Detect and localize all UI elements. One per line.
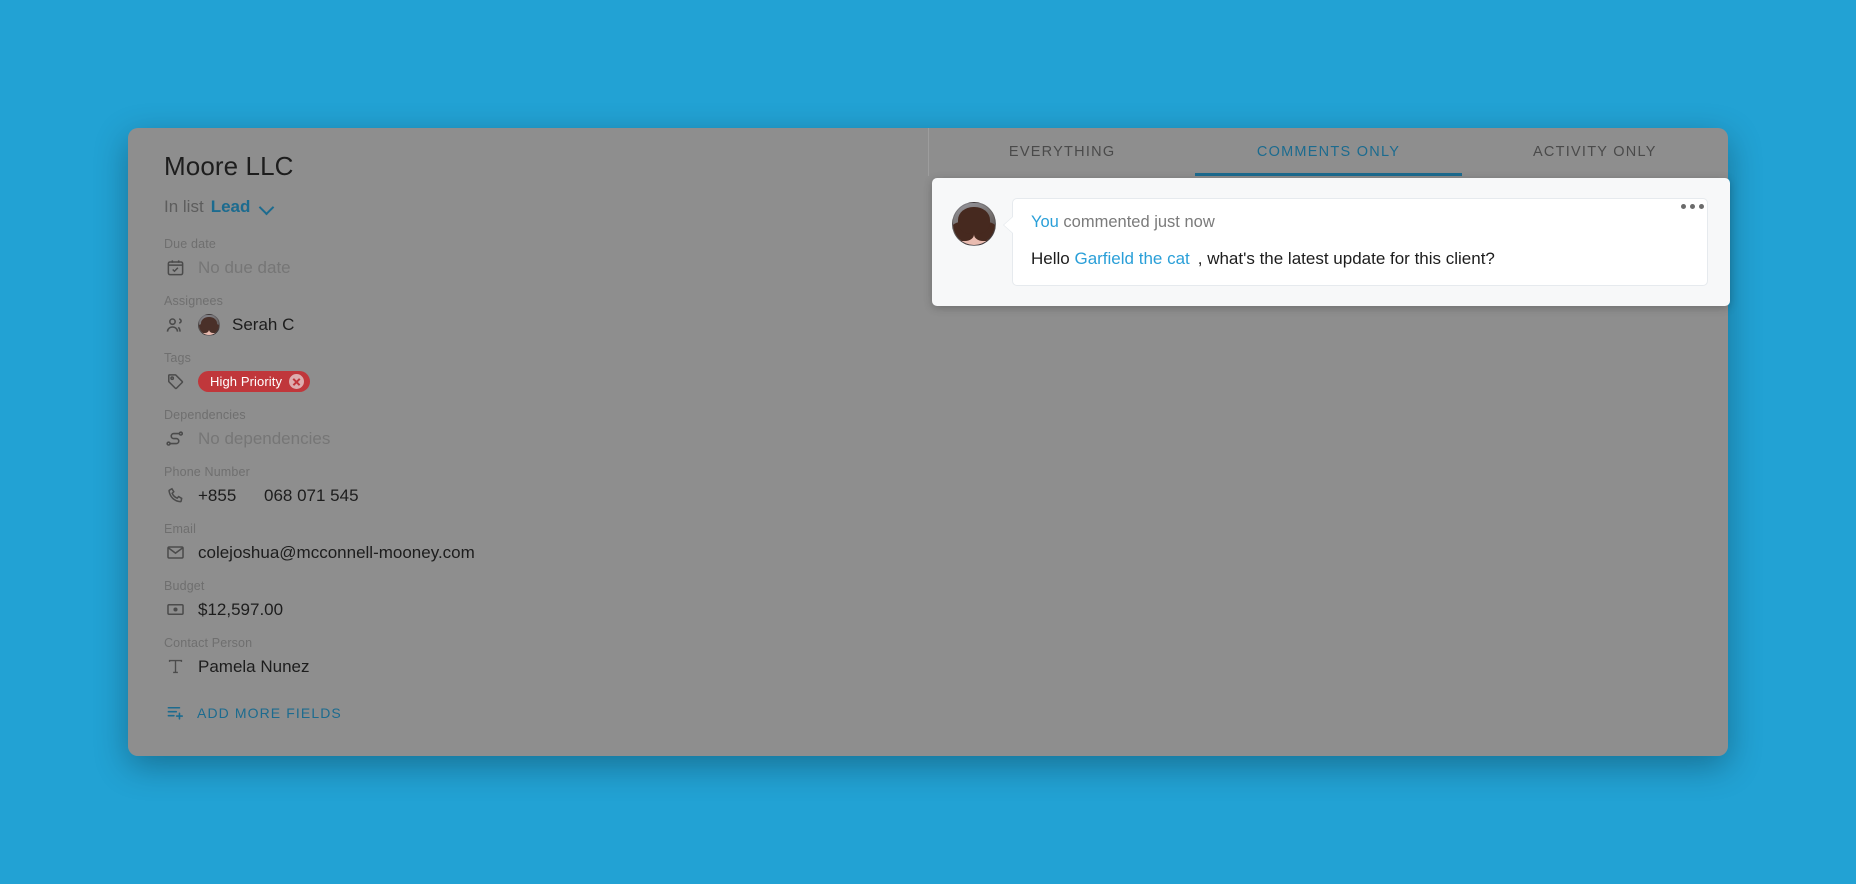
field-contact-person: Contact Person Pamela Nunez xyxy=(164,636,892,680)
tab-activity-only[interactable]: ACTIVITY ONLY xyxy=(1462,128,1728,176)
comment-item: You commented just now Hello Garfield th… xyxy=(932,178,1730,306)
field-assignees: Assignees Serah C xyxy=(164,294,892,338)
field-value-row[interactable]: $12,597.00 xyxy=(164,597,892,623)
field-label: Phone Number xyxy=(164,464,250,479)
menu-dot xyxy=(1699,204,1704,209)
add-more-fields-label: ADD MORE FIELDS xyxy=(197,704,342,721)
avatar xyxy=(952,202,996,246)
field-value-row[interactable]: No dependencies xyxy=(164,426,892,452)
tab-everything[interactable]: EVERYTHING xyxy=(929,128,1195,176)
chevron-down-icon xyxy=(259,199,275,215)
field-value: Pamela Nunez xyxy=(198,656,310,676)
field-label: Assignees xyxy=(164,293,224,308)
activity-tabs: EVERYTHING COMMENTS ONLY ACTIVITY ONLY xyxy=(928,128,1728,176)
menu-dot xyxy=(1681,204,1686,209)
field-value-row[interactable]: No due date xyxy=(164,255,892,281)
phone-country-code: +855 xyxy=(198,485,237,505)
field-label: Contact Person xyxy=(164,635,253,650)
field-value-row[interactable]: High Priority xyxy=(164,369,892,395)
remove-tag-icon[interactable] xyxy=(289,374,305,390)
comment-body: Hello Garfield the cat , what's the lates… xyxy=(1031,249,1689,269)
field-phone-number: Phone Number +855 068 071 545 xyxy=(164,465,892,509)
field-value: colejoshua@mcconnell-mooney.com xyxy=(198,542,475,562)
tab-comments-only[interactable]: COMMENTS ONLY xyxy=(1195,128,1462,176)
avatar xyxy=(198,313,220,336)
comment-mention[interactable]: Garfield the cat xyxy=(1074,249,1189,268)
tab-label: EVERYTHING xyxy=(1008,144,1116,160)
people-icon xyxy=(164,314,186,336)
field-due-date: Due date No due date xyxy=(164,237,892,281)
money-icon xyxy=(164,599,186,621)
list-plus-icon xyxy=(164,702,186,724)
field-label: Tags xyxy=(164,350,192,365)
field-value: +855 068 071 545 xyxy=(198,486,359,506)
dependency-icon xyxy=(164,428,186,450)
field-label: Budget xyxy=(164,578,205,593)
phone-number: 068 071 545 xyxy=(264,485,359,505)
envelope-icon xyxy=(164,542,186,564)
page-title: Moore LLC xyxy=(164,151,294,181)
field-label: Email xyxy=(164,521,197,536)
field-label: Due date xyxy=(164,236,216,251)
tab-label: COMMENTS ONLY xyxy=(1256,144,1401,160)
field-value: Serah C xyxy=(232,314,295,334)
field-value: $12,597.00 xyxy=(198,599,284,619)
in-list-label: In list xyxy=(164,196,204,216)
field-value-row[interactable]: +855 068 071 545 xyxy=(164,483,892,509)
comment-body-prefix: Hello xyxy=(1031,249,1075,268)
field-value-row[interactable]: colejoshua@mcconnell-mooney.com xyxy=(164,540,892,566)
in-list-selector[interactable]: In list Lead xyxy=(164,197,892,217)
activity-feed: You commented just now Hello Garfield th… xyxy=(928,176,1730,756)
comment-timestamp: commented just now xyxy=(1058,213,1215,231)
task-detail-pane: Moore LLC In list Lead Due date No due d xyxy=(128,128,928,756)
tag-label: High Priority xyxy=(210,374,283,390)
field-tags: Tags High Priority xyxy=(164,351,892,395)
comment-meta: You commented just now xyxy=(1031,213,1689,232)
menu-dot xyxy=(1690,204,1695,209)
field-value: No due date xyxy=(198,257,291,277)
text-icon xyxy=(164,656,186,678)
comment-bubble: You commented just now Hello Garfield th… xyxy=(1003,198,1708,286)
tab-label: ACTIVITY ONLY xyxy=(1532,144,1657,160)
more-horizontal-icon[interactable] xyxy=(1677,200,1708,213)
field-budget: Budget $12,597.00 xyxy=(164,579,892,623)
field-label: Dependencies xyxy=(164,407,246,422)
task-detail-modal: Moore LLC In list Lead Due date No due d xyxy=(128,128,1730,756)
tag-icon xyxy=(164,371,186,393)
comment-author[interactable]: You xyxy=(1031,213,1059,231)
calendar-check-icon xyxy=(164,257,186,279)
field-dependencies: Dependencies No dependencies xyxy=(164,408,892,452)
comment-body-suffix: , what's the latest update for this clie… xyxy=(1197,249,1495,268)
field-email: Email colejoshua@mcconnell-mooney.com xyxy=(164,522,892,566)
status-badge: High Priority xyxy=(198,371,311,393)
phone-icon xyxy=(164,485,186,507)
activity-pane: EVERYTHING COMMENTS ONLY ACTIVITY ONLY Y… xyxy=(928,128,1730,756)
field-value: No dependencies xyxy=(198,428,331,448)
in-list-value: Lead xyxy=(210,196,251,216)
field-value-row[interactable]: Serah C xyxy=(164,312,892,338)
add-more-fields-button[interactable]: ADD MORE FIELDS xyxy=(164,702,892,724)
field-value-row[interactable]: Pamela Nunez xyxy=(164,654,892,680)
